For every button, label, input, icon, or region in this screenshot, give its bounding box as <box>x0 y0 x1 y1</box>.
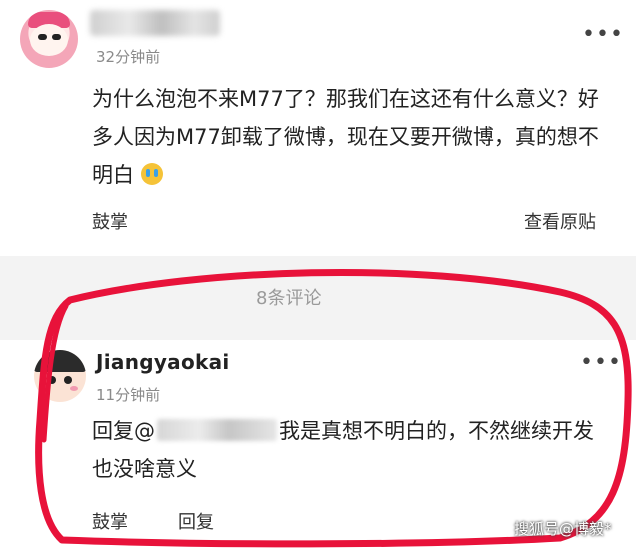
annotation-circle <box>35 268 632 548</box>
watermark: 搜狐号@博毅* <box>514 520 612 538</box>
